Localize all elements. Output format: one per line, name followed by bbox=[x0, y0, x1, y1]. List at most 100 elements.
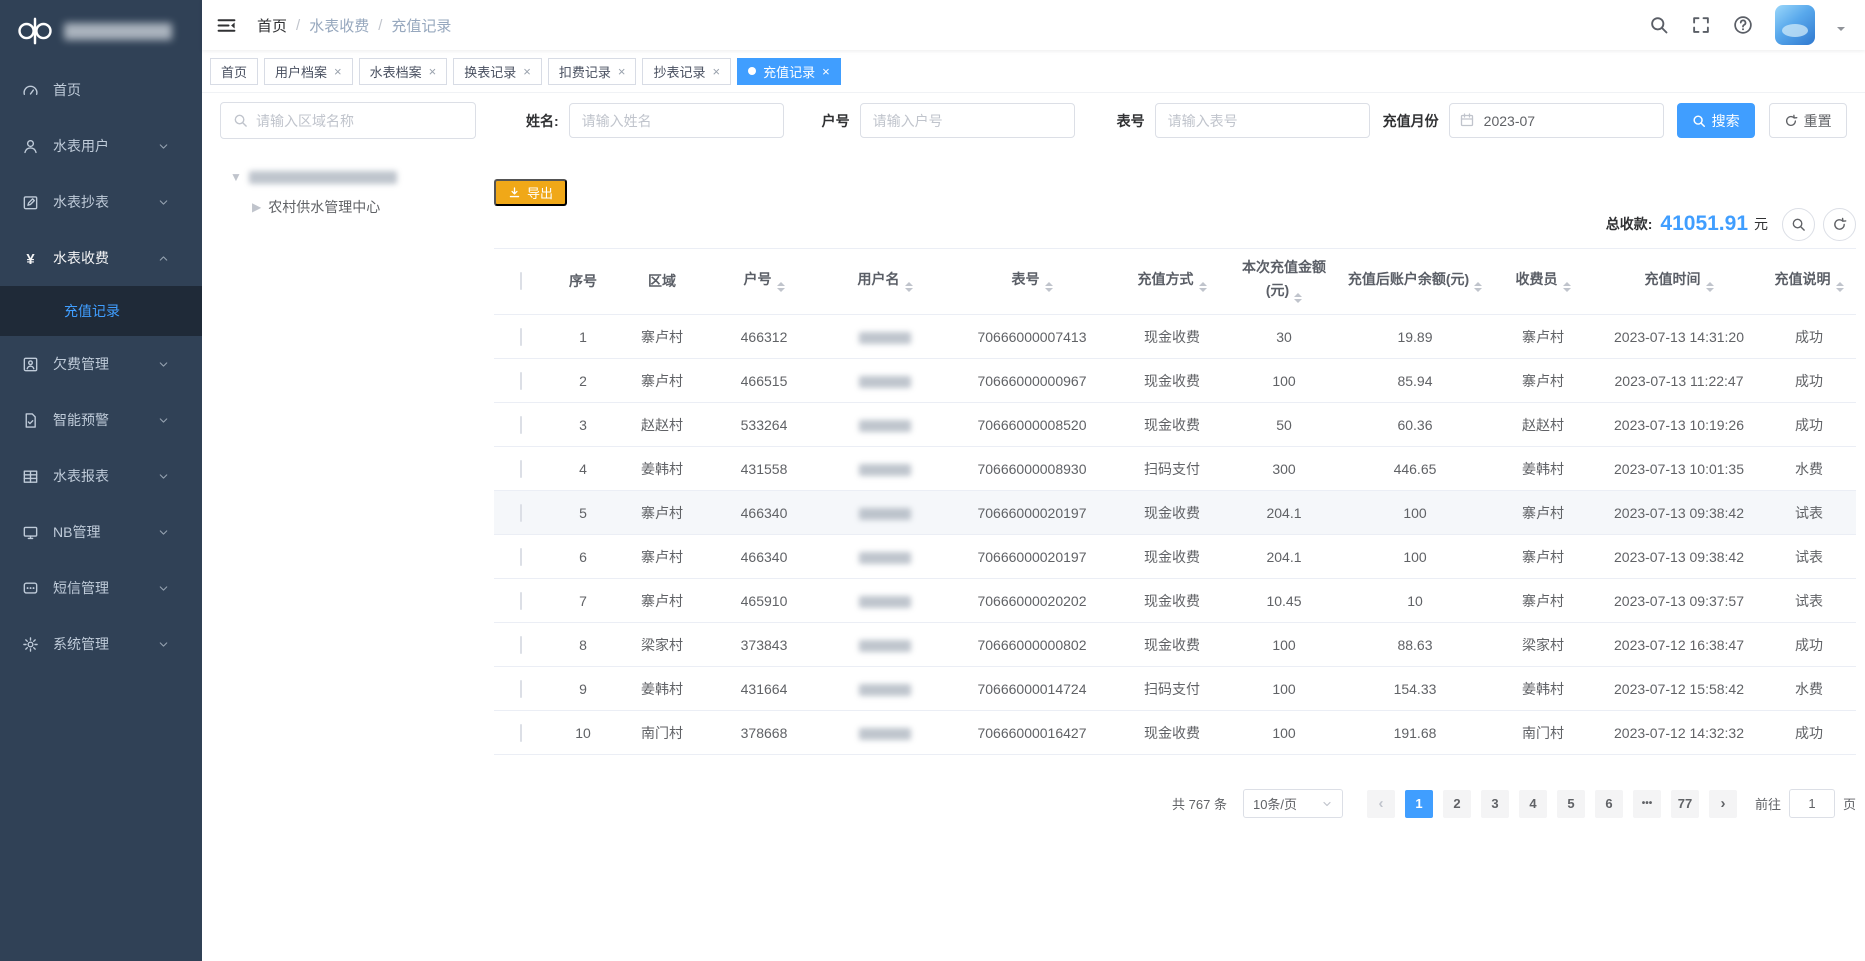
row-checkbox[interactable] bbox=[520, 636, 522, 654]
sidebar-item-recharge-records[interactable]: 充值记录 bbox=[0, 286, 202, 336]
sort-caret-icon[interactable] bbox=[777, 278, 785, 296]
table-row[interactable]: 6寨卢村46634070666000020197现金收费204.1100寨卢村2… bbox=[494, 535, 1856, 579]
caret-right-icon[interactable]: ▶ bbox=[252, 200, 261, 214]
tab-user-archive[interactable]: 用户档案× bbox=[264, 58, 353, 85]
column-header-9[interactable]: 收费员 bbox=[1490, 249, 1596, 315]
tab-home[interactable]: 首页 bbox=[210, 58, 258, 85]
month-picker-input[interactable] bbox=[1449, 103, 1664, 138]
name-filter-input[interactable] bbox=[569, 103, 784, 138]
tree-child-node[interactable]: ▶ 农村供水管理中心 bbox=[220, 197, 476, 217]
row-checkbox[interactable] bbox=[520, 328, 522, 346]
account-filter-input[interactable] bbox=[860, 103, 1075, 138]
column-header-4[interactable]: 用户名 bbox=[822, 249, 948, 315]
row-checkbox[interactable] bbox=[520, 548, 522, 566]
sidebar-item-billing[interactable]: ¥水表收费 bbox=[0, 230, 202, 286]
goto-suffix: 页 bbox=[1843, 794, 1856, 813]
column-header-10[interactable]: 充值时间 bbox=[1596, 249, 1762, 315]
sort-caret-icon[interactable] bbox=[1045, 278, 1053, 296]
tab-close-icon[interactable]: × bbox=[712, 65, 720, 78]
tab-close-icon[interactable]: × bbox=[429, 65, 437, 78]
sort-caret-icon[interactable] bbox=[1474, 278, 1482, 296]
tab-close-icon[interactable]: × bbox=[822, 65, 830, 78]
sort-caret-icon[interactable] bbox=[1199, 278, 1207, 296]
sort-caret-icon[interactable] bbox=[1706, 278, 1714, 296]
page-button-6[interactable]: 6 bbox=[1595, 790, 1623, 818]
table-row[interactable]: 1寨卢村46631270666000007413现金收费3019.89寨卢村20… bbox=[494, 315, 1856, 359]
tab-meter-change[interactable]: 换表记录× bbox=[453, 58, 542, 85]
chevron-down-icon bbox=[157, 196, 170, 209]
search-icon[interactable] bbox=[1649, 15, 1669, 35]
reset-button[interactable]: 重置 bbox=[1769, 103, 1847, 138]
tab-close-icon[interactable]: × bbox=[523, 65, 531, 78]
tab-deduction[interactable]: 扣费记录× bbox=[548, 58, 637, 85]
table-row[interactable]: 3赵赵村53326470666000008520现金收费5060.36赵赵村20… bbox=[494, 403, 1856, 447]
page-button-4[interactable]: 4 bbox=[1519, 790, 1547, 818]
table-row[interactable]: 2寨卢村46651570666000000967现金收费10085.94寨卢村2… bbox=[494, 359, 1856, 403]
row-checkbox[interactable] bbox=[520, 724, 522, 742]
tab-meter-archive[interactable]: 水表档案× bbox=[359, 58, 448, 85]
tab-close-icon[interactable]: × bbox=[618, 65, 626, 78]
table-row[interactable]: 5寨卢村46634070666000020197现金收费204.1100寨卢村2… bbox=[494, 491, 1856, 535]
sort-caret-icon[interactable] bbox=[1294, 289, 1302, 307]
column-header-7[interactable]: 本次充值金额 (元) bbox=[1228, 249, 1340, 315]
select-all-header[interactable] bbox=[494, 249, 548, 315]
page-ellipsis-button[interactable]: ••• bbox=[1633, 790, 1661, 818]
row-checkbox[interactable] bbox=[520, 372, 522, 390]
sidebar-item-reports[interactable]: 水表报表 bbox=[0, 448, 202, 504]
export-button[interactable]: 导出 bbox=[494, 179, 567, 206]
column-header-6[interactable]: 充值方式 bbox=[1116, 249, 1228, 315]
next-page-button[interactable]: › bbox=[1709, 790, 1737, 818]
sort-caret-icon[interactable] bbox=[1563, 278, 1571, 296]
sidebar-item-reading[interactable]: 水表抄表 bbox=[0, 174, 202, 230]
page-button-5[interactable]: 5 bbox=[1557, 790, 1585, 818]
table-row[interactable]: 7寨卢村46591070666000020202现金收费10.4510寨卢村20… bbox=[494, 579, 1856, 623]
table-row[interactable]: 8梁家村37384370666000000802现金收费10088.63梁家村2… bbox=[494, 623, 1856, 667]
avatar[interactable] bbox=[1775, 5, 1815, 45]
sidebar-item-arrears[interactable]: 欠费管理 bbox=[0, 336, 202, 392]
tab-recharge-records[interactable]: 充值记录× bbox=[737, 58, 841, 85]
row-checkbox[interactable] bbox=[520, 504, 522, 522]
goto-page-input[interactable] bbox=[1789, 789, 1835, 818]
table-row[interactable]: 9姜韩村43166470666000014724扫码支付100154.33姜韩村… bbox=[494, 667, 1856, 711]
sidebar-item-sms[interactable]: 短信管理 bbox=[0, 560, 202, 616]
help-icon[interactable] bbox=[1733, 15, 1753, 35]
sidebar-item-system[interactable]: 系统管理 bbox=[0, 616, 202, 672]
sort-caret-icon[interactable] bbox=[1836, 278, 1844, 296]
page-button-2[interactable]: 2 bbox=[1443, 790, 1471, 818]
breadcrumb-item[interactable]: 首页 bbox=[257, 15, 287, 36]
table-row[interactable]: 4姜韩村43155870666000008930扫码支付300446.65姜韩村… bbox=[494, 447, 1856, 491]
row-checkbox[interactable] bbox=[520, 680, 522, 698]
search-button[interactable]: 搜索 bbox=[1677, 103, 1755, 138]
page-size-select[interactable]: 10条/页 bbox=[1243, 789, 1343, 818]
page-button-1[interactable]: 1 bbox=[1405, 790, 1433, 818]
summary-search-button[interactable] bbox=[1782, 208, 1815, 241]
summary-refresh-button[interactable] bbox=[1823, 208, 1856, 241]
row-checkbox[interactable] bbox=[520, 416, 522, 434]
select-all-checkbox[interactable] bbox=[520, 272, 522, 290]
page-button-3[interactable]: 3 bbox=[1481, 790, 1509, 818]
row-checkbox[interactable] bbox=[520, 592, 522, 610]
column-header-11[interactable]: 充值说明 bbox=[1762, 249, 1856, 315]
column-header-5[interactable]: 表号 bbox=[948, 249, 1116, 315]
cell-region: 寨卢村 bbox=[618, 491, 706, 535]
page-button-77[interactable]: 77 bbox=[1671, 790, 1699, 818]
tab-close-icon[interactable]: × bbox=[334, 65, 342, 78]
sort-caret-icon[interactable] bbox=[905, 278, 913, 296]
row-checkbox[interactable] bbox=[520, 460, 522, 478]
tree-root-node[interactable]: ▼ bbox=[220, 170, 476, 184]
meter-filter-input[interactable] bbox=[1155, 103, 1370, 138]
fullscreen-icon[interactable] bbox=[1691, 15, 1711, 35]
prev-page-button[interactable]: ‹ bbox=[1367, 790, 1395, 818]
sidebar-item-users[interactable]: 水表用户 bbox=[0, 118, 202, 174]
table-row[interactable]: 10南门村37866870666000016427现金收费100191.68南门… bbox=[494, 711, 1856, 755]
caret-down-icon[interactable]: ▼ bbox=[230, 170, 242, 184]
tab-meter-reading[interactable]: 抄表记录× bbox=[642, 58, 731, 85]
caret-down-icon[interactable] bbox=[1837, 27, 1845, 35]
sidebar-item-alerts[interactable]: 智能预警 bbox=[0, 392, 202, 448]
hamburger-icon[interactable] bbox=[216, 15, 237, 36]
sidebar-item-nb[interactable]: NB管理 bbox=[0, 504, 202, 560]
column-header-3[interactable]: 户号 bbox=[706, 249, 822, 315]
column-header-8[interactable]: 充值后账户余额(元) bbox=[1340, 249, 1490, 315]
region-search-input[interactable] bbox=[256, 113, 463, 129]
sidebar-item-home[interactable]: 首页 bbox=[0, 62, 202, 118]
